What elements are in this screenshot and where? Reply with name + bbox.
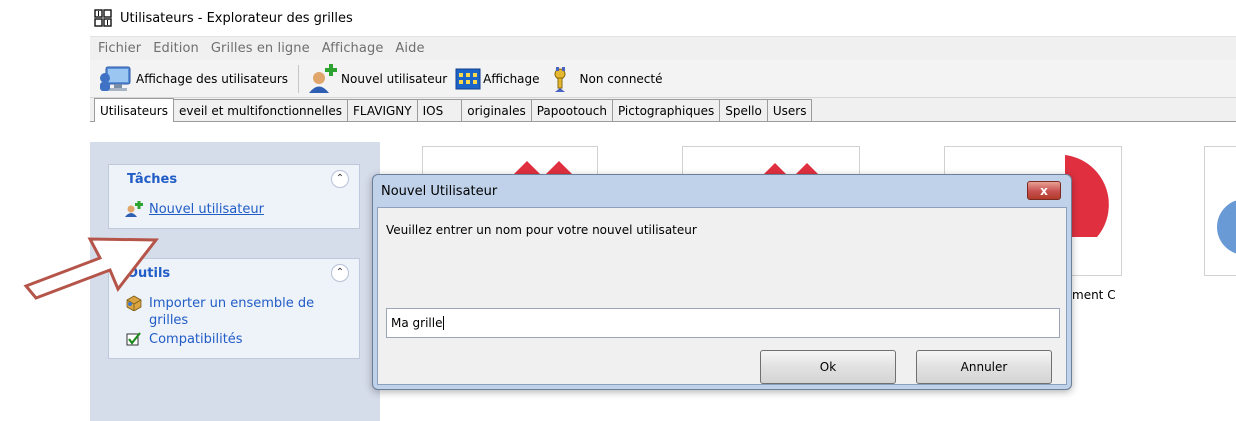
username-input[interactable]: Ma grille (386, 308, 1060, 338)
menu-fichier[interactable]: Fichier (98, 41, 141, 56)
connection-status-label: Non connecté (579, 71, 663, 86)
tab-originales[interactable]: originales (461, 99, 532, 121)
dialog-prompt: Veuillez entrer un nom pour votre nouvel… (386, 223, 697, 237)
tasks-panel-header[interactable]: Tâches ⌃ (109, 165, 359, 193)
display-button[interactable]: Affichage (453, 64, 545, 94)
tab-pictographiques[interactable]: Pictographiques (611, 99, 721, 121)
username-input-value: Ma grille (391, 316, 443, 330)
checkbox-checked-icon (126, 332, 141, 346)
close-icon: x (1040, 183, 1048, 198)
show-users-label: Affichage des utilisateurs (136, 71, 289, 86)
computer-user-icon (100, 66, 131, 91)
menu-edition[interactable]: Edition (153, 41, 199, 56)
dialog-title: Nouvel Utilisateur (381, 183, 498, 199)
grid-thumbnail[interactable] (1204, 146, 1236, 276)
new-user-label: Nouvel utilisateur (341, 71, 448, 86)
compatibility-task[interactable]: Compatibilités (125, 331, 349, 348)
cancel-button[interactable]: Annuler (916, 350, 1052, 384)
collapse-chevron-icon[interactable]: ⌃ (331, 170, 349, 188)
display-grid-icon (455, 68, 481, 89)
add-user-icon (309, 63, 338, 93)
tab-flavigny[interactable]: FLAVIGNY (346, 99, 418, 121)
new-user-button[interactable]: Nouvel utilisateur (305, 63, 453, 94)
import-grids-label: Importer un ensemble de grilles (149, 296, 315, 328)
tasks-panel-title: Tâches (127, 171, 178, 187)
tab-eveil[interactable]: eveil et multifonctionnelles (172, 99, 348, 121)
dialog-body: Veuillez entrer un nom pour votre nouvel… (377, 207, 1067, 385)
display-label: Affichage (483, 71, 540, 86)
toolbar: Affichage des utilisateurs Nouvel utilis… (90, 60, 1236, 98)
connection-plug-icon (554, 66, 566, 92)
connection-status-button[interactable]: Non connecté (546, 64, 669, 94)
grid-preview-image (1217, 200, 1236, 254)
menu-aide[interactable]: Aide (395, 41, 424, 56)
grid-tabs: Utilisateurs eveil et multifonctionnelle… (90, 98, 1236, 122)
menu-affichage[interactable]: Affichage (322, 41, 384, 56)
tab-ios[interactable]: IOS (416, 99, 463, 121)
dialog-close-button[interactable]: x (1027, 181, 1061, 200)
tab-spello[interactable]: Spello (719, 99, 768, 121)
grid-app-icon (94, 9, 112, 27)
dialog-title-bar[interactable]: Nouvel Utilisateur x (373, 175, 1071, 207)
pointer-arrow-annotation (23, 237, 160, 300)
title-bar: Utilisateurs - Explorateur des grilles (90, 0, 1236, 36)
tab-papootouch[interactable]: Papootouch (530, 99, 613, 121)
grid-thumbnail-label: ment C (1072, 288, 1116, 302)
new-user-dialog: Nouvel Utilisateur x Veuillez entrer un … (372, 174, 1072, 390)
text-caret (443, 316, 445, 330)
compatibility-label: Compatibilités (149, 332, 243, 347)
menu-bar: Fichier Edition Grilles en ligne Afficha… (90, 36, 1236, 60)
window-title: Utilisateurs - Explorateur des grilles (120, 10, 353, 26)
tab-utilisateurs[interactable]: Utilisateurs (94, 98, 174, 122)
menu-grilles-en-ligne[interactable]: Grilles en ligne (211, 41, 310, 56)
ok-button[interactable]: Ok (760, 350, 896, 384)
toolbar-separator (298, 64, 300, 93)
show-users-button[interactable]: Affichage des utilisateurs (96, 64, 294, 94)
collapse-chevron-icon[interactable]: ⌃ (331, 264, 349, 282)
tab-users[interactable]: Users (766, 99, 813, 121)
